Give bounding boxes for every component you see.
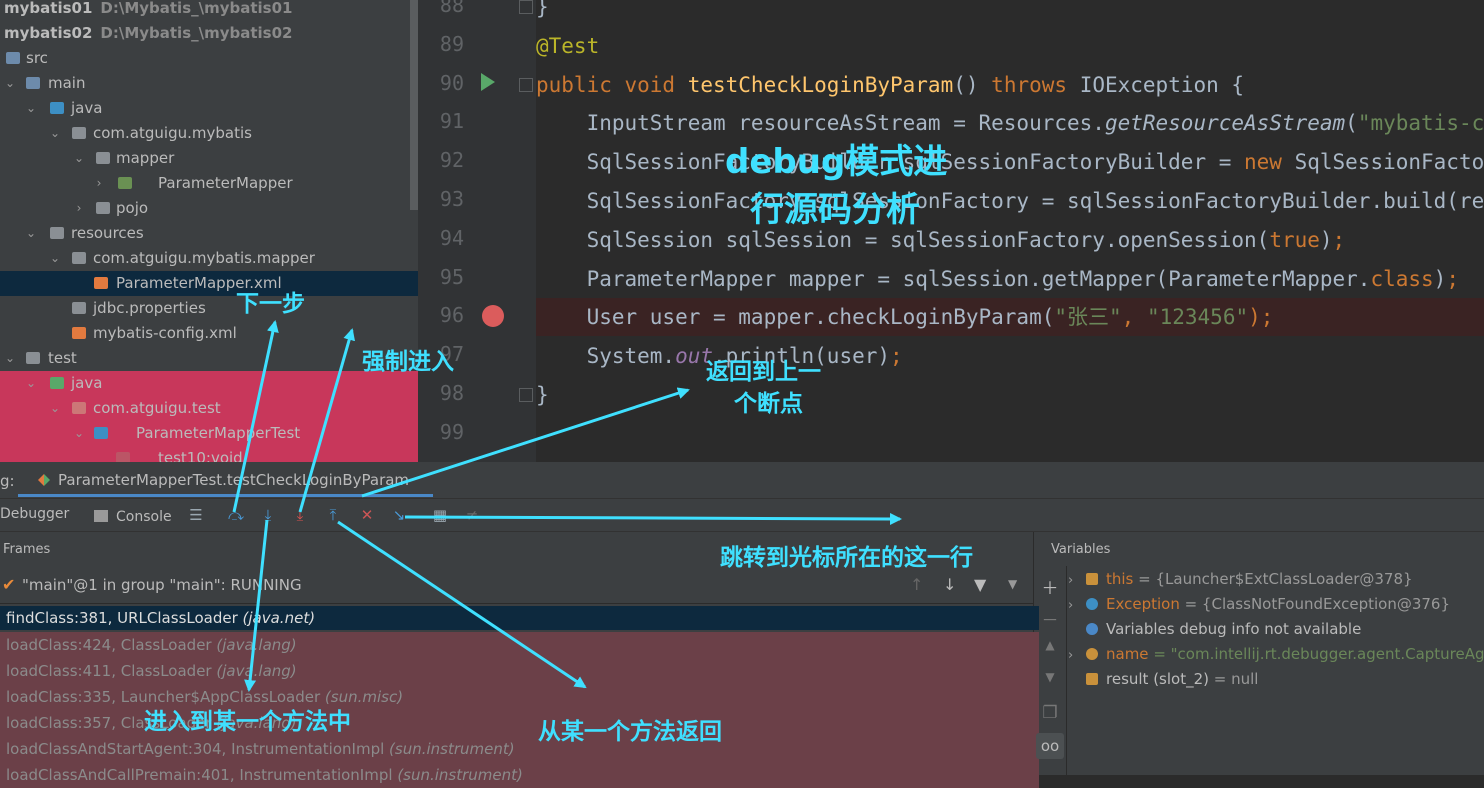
arrow-run-to-cursor xyxy=(404,512,902,525)
note-step-out: 从某一个方法返回 xyxy=(538,719,722,745)
arrow-step-out xyxy=(337,520,587,689)
note-run-to-cursor: 跳转到光标所在的这一行 xyxy=(720,545,973,571)
variable-name: result (slot_2) xyxy=(1106,670,1209,688)
chevron-right-icon[interactable]: › xyxy=(1068,568,1086,593)
variable-row[interactable]: › name = "com.intellij.rt.debugger.agent.… xyxy=(1068,642,1484,667)
arrow-force-step-into xyxy=(298,328,356,513)
info-icon xyxy=(1086,623,1098,635)
note-resume-2: 个断点 xyxy=(734,391,803,417)
note-title-2: 行源码分析 xyxy=(750,190,920,230)
variable-row[interactable]: › Exception = {ClassNotFoundException@376… xyxy=(1068,592,1450,617)
arrow-step-into xyxy=(244,519,269,692)
variable-name: this xyxy=(1106,570,1134,588)
note-force-step-into: 强制进入 xyxy=(362,349,454,375)
variable-row[interactable]: › this = {Launcher$ExtClassLoader@378} xyxy=(1068,567,1413,592)
note-resume-1: 返回到上一 xyxy=(706,359,821,385)
variable-name: Variables debug info not available xyxy=(1106,620,1362,638)
chevron-right-icon[interactable]: › xyxy=(1068,643,1086,668)
field-icon xyxy=(1086,673,1098,685)
field-icon xyxy=(1086,573,1098,585)
param-icon xyxy=(1086,648,1098,660)
note-step-into: 进入到某一个方法中 xyxy=(144,709,351,735)
arrow-resume xyxy=(361,387,690,498)
note-step-over: 下一步 xyxy=(236,291,305,317)
arrow-step-over xyxy=(232,320,279,513)
variable-value: = "com.intellij.rt.debugger.agent.Captur… xyxy=(1148,645,1484,663)
variable-row[interactable]: Variables debug info not available xyxy=(1068,617,1361,642)
variable-name: Exception xyxy=(1106,595,1180,613)
variable-row[interactable]: result (slot_2) = null xyxy=(1068,667,1258,692)
exception-icon xyxy=(1086,598,1098,610)
variable-value: = null xyxy=(1209,670,1259,688)
note-title-1: debug模式进 xyxy=(725,142,948,182)
variable-name: name xyxy=(1106,645,1149,663)
chevron-right-icon[interactable]: › xyxy=(1068,593,1086,618)
variable-value: = {Launcher$ExtClassLoader@378} xyxy=(1133,570,1413,588)
variable-value: = {ClassNotFoundException@376} xyxy=(1179,595,1451,613)
